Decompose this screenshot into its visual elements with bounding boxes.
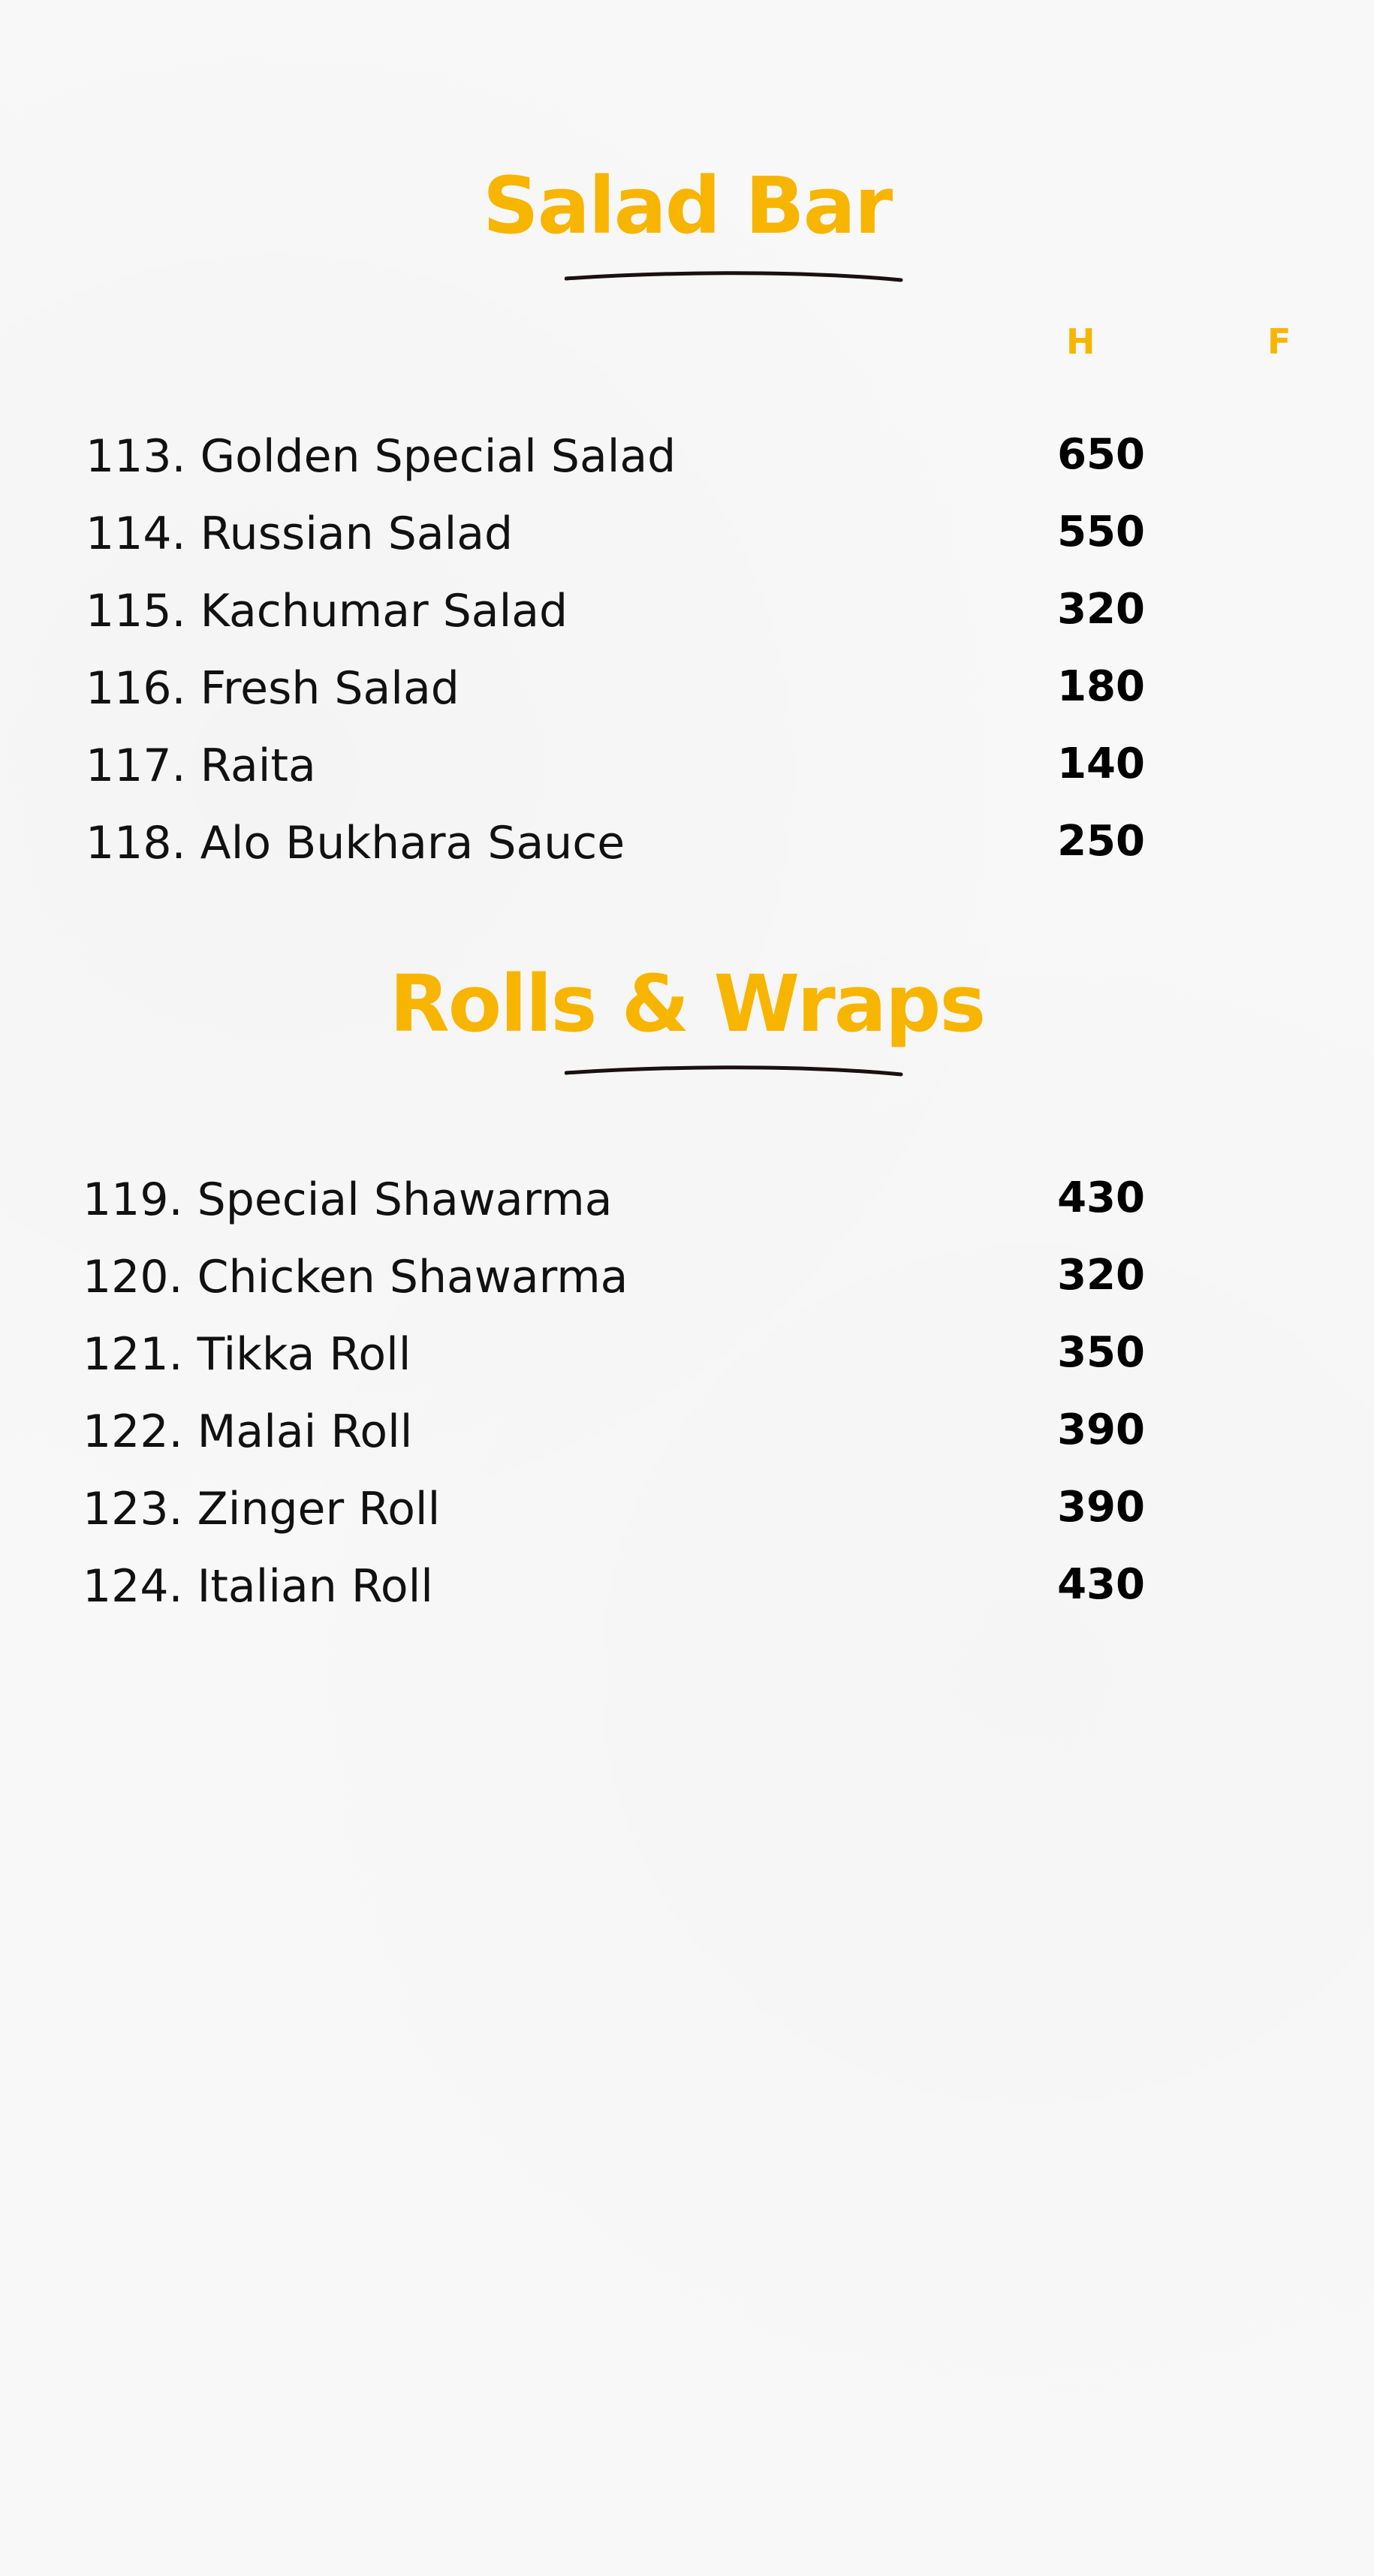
item-price-half: 550 <box>1057 508 1145 556</box>
menu-item: 120. Chicken Shawarma 320 <box>0 1255 1374 1332</box>
item-name: 120. Chicken Shawarma <box>83 1251 628 1303</box>
menu-page: Salad Bar H F 113. Golden Special Salad … <box>0 0 1374 2576</box>
item-price-half: 250 <box>1057 817 1145 866</box>
item-price-half: 350 <box>1057 1328 1145 1377</box>
menu-item: 124. Italian Roll 430 <box>0 1564 1374 1641</box>
menu-item: 113. Golden Special Salad 650 <box>0 434 1374 511</box>
section-title-rolls-wraps: Rolls & Wraps <box>389 958 987 1050</box>
item-name: 114. Russian Salad <box>86 508 514 560</box>
title-underline-rolls-wraps <box>565 1065 903 1077</box>
item-price-half: 430 <box>1057 1560 1145 1609</box>
item-name: 121. Tikka Roll <box>83 1328 411 1381</box>
salad-bar-list: 113. Golden Special Salad 650 114. Russi… <box>0 434 1374 898</box>
item-name: 113. Golden Special Salad <box>86 430 676 483</box>
menu-item: 122. Malai Roll 390 <box>0 1409 1374 1487</box>
item-price-half: 390 <box>1057 1483 1145 1532</box>
rolls-wraps-list: 119. Special Shawarma 430 120. Chicken S… <box>0 1177 1374 1641</box>
item-name: 123. Zinger Roll <box>83 1483 441 1535</box>
item-name: 115. Kachumar Salad <box>86 585 568 637</box>
menu-item: 123. Zinger Roll 390 <box>0 1487 1374 1564</box>
item-price-half: 650 <box>1057 430 1145 479</box>
menu-item: 116. Fresh Salad 180 <box>0 666 1374 743</box>
menu-item: 114. Russian Salad 550 <box>0 511 1374 589</box>
column-header-half: H <box>1066 321 1095 362</box>
item-name: 117. Raita <box>86 740 316 792</box>
menu-item: 117. Raita 140 <box>0 743 1374 821</box>
item-name: 119. Special Shawarma <box>83 1174 613 1226</box>
menu-item: 121. Tikka Roll 350 <box>0 1332 1374 1409</box>
item-name: 124. Italian Roll <box>83 1560 433 1613</box>
item-price-half: 390 <box>1057 1406 1145 1454</box>
item-price-half: 140 <box>1057 740 1145 788</box>
menu-item: 115. Kachumar Salad 320 <box>0 589 1374 666</box>
item-name: 116. Fresh Salad <box>86 662 460 715</box>
menu-item: 118. Alo Bukhara Sauce 250 <box>0 821 1374 898</box>
title-underline-salad-bar <box>565 271 903 282</box>
column-header-full: F <box>1267 321 1291 362</box>
item-price-half: 430 <box>1057 1174 1145 1222</box>
item-name: 122. Malai Roll <box>83 1406 413 1458</box>
menu-item: 119. Special Shawarma 430 <box>0 1177 1374 1255</box>
item-name: 118. Alo Bukhara Sauce <box>86 817 625 869</box>
item-price-half: 180 <box>1057 662 1145 711</box>
item-price-half: 320 <box>1057 1251 1145 1300</box>
item-price-half: 320 <box>1057 585 1145 634</box>
section-title-salad-bar: Salad Bar <box>482 160 893 252</box>
